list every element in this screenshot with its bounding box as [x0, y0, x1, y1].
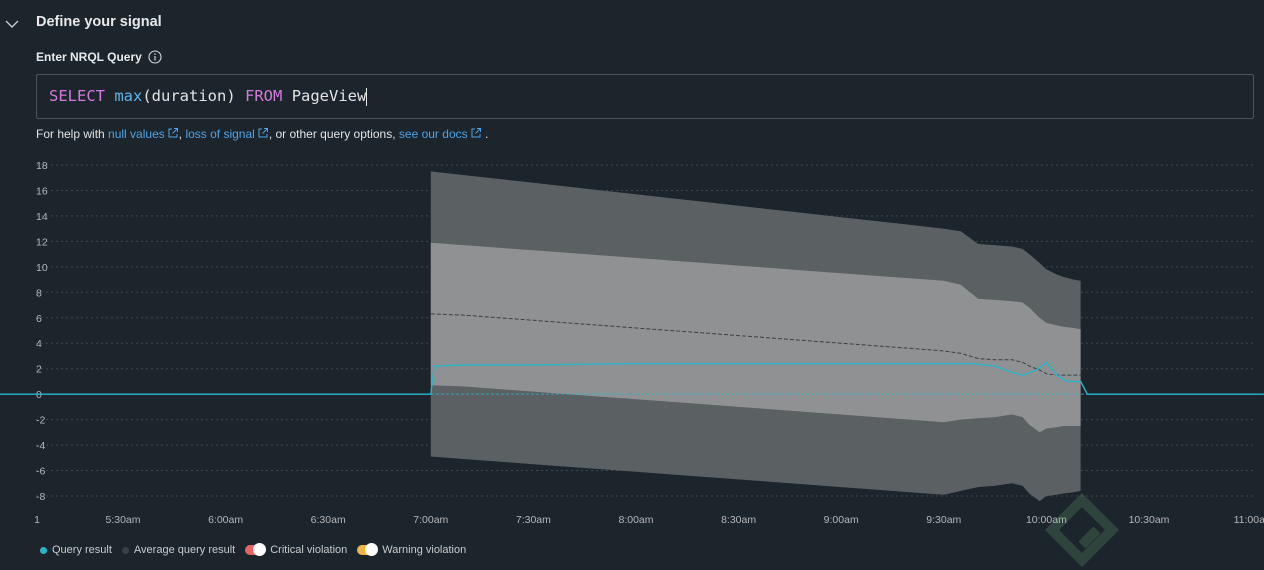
legend-warning-violation[interactable]: Warning violation [357, 543, 467, 556]
y-tick-label: 6 [36, 313, 42, 325]
average-query-result-dot [121, 546, 129, 554]
y-tick-label: 16 [36, 185, 48, 197]
query-label: Enter NRQL Query [36, 50, 162, 64]
y-tick-label: -2 [36, 415, 45, 427]
legend-query-result[interactable]: Query result [40, 544, 112, 556]
legend-critical-label: Critical violation [270, 544, 348, 556]
y-tick-label: 10 [36, 262, 48, 274]
query-keyword-from: FROM [245, 87, 283, 105]
section-title: Define your signal [36, 14, 162, 30]
x-tick-label: 7:00am [413, 514, 448, 526]
help-prefix: For help with [36, 127, 105, 141]
y-tick-label: 0 [36, 389, 42, 401]
y-tick-label: 4 [36, 338, 42, 350]
x-tick-label: 6:30am [311, 514, 346, 526]
loss-of-signal-link-text: loss of signal [185, 127, 255, 141]
y-tick-label: 8 [36, 287, 42, 299]
null-values-link-text: null values [108, 127, 165, 141]
legend-warning-label: Warning violation [382, 544, 467, 556]
query-argument: (duration) [142, 87, 236, 105]
legend-average-label: Average query result [133, 544, 236, 556]
critical-violation-toggle[interactable] [245, 543, 267, 556]
external-link-icon [168, 128, 178, 138]
legend-average-query-result[interactable]: Average query result [121, 544, 236, 556]
help-end: . [484, 127, 489, 141]
x-tick-label: 9:00am [824, 514, 859, 526]
x-tick-label: 1 [34, 514, 40, 526]
y-tick-label: 18 [36, 160, 48, 172]
warning-violation-toggle[interactable] [357, 543, 379, 556]
external-link-icon [258, 128, 268, 138]
query-label-text: Enter NRQL Query [36, 50, 142, 64]
section-header[interactable]: Define your signal [0, 10, 400, 38]
legend-critical-violation[interactable]: Critical violation [245, 543, 348, 556]
signal-chart[interactable]: 18 16 14 12 10 8 6 4 2 0 -2 -4 -6 -8 1 5:30am 6:00am 6:30… [0, 150, 1264, 530]
x-tick-label: 8:30am [721, 514, 756, 526]
x-tick-label: 9:30am [926, 514, 961, 526]
x-tick-label: 6:00am [208, 514, 243, 526]
watermark-logo-icon [1044, 492, 1120, 568]
query-keyword-select: SELECT [49, 87, 105, 105]
query-result-dot [40, 546, 47, 554]
x-tick-label: 7:30am [516, 514, 551, 526]
help-sep: , [178, 127, 183, 141]
y-tick-label: -6 [36, 466, 45, 478]
text-caret [366, 87, 368, 106]
x-tick-label: 5:30am [105, 514, 140, 526]
legend-query-result-label: Query result [52, 544, 112, 556]
loss-of-signal-link[interactable]: loss of signal [185, 127, 268, 141]
see-our-docs-link-text: see our docs [398, 127, 468, 141]
x-tick-label: 8:00am [618, 514, 653, 526]
help-text: For help with null values, loss of signa… [36, 127, 488, 141]
y-tick-label: 2 [36, 364, 42, 376]
y-tick-label: 12 [36, 236, 48, 248]
null-values-link[interactable]: null values [108, 127, 179, 141]
help-mid: , or other query options, [268, 127, 396, 141]
query-table: PageView [291, 87, 367, 105]
y-tick-label: -4 [36, 440, 45, 452]
query-function: max [114, 87, 143, 105]
y-tick-label: -8 [36, 491, 45, 503]
chart-legend: Query result Average query result Critic… [40, 543, 467, 556]
see-our-docs-link[interactable]: see our docs [399, 127, 482, 141]
nrql-query-input[interactable]: SELECT max(duration) FROM PageView [36, 74, 1254, 119]
y-tick-label: 14 [36, 211, 48, 223]
info-icon[interactable] [148, 50, 162, 64]
external-link-icon [471, 128, 481, 138]
chevron-down-icon[interactable] [4, 16, 20, 32]
